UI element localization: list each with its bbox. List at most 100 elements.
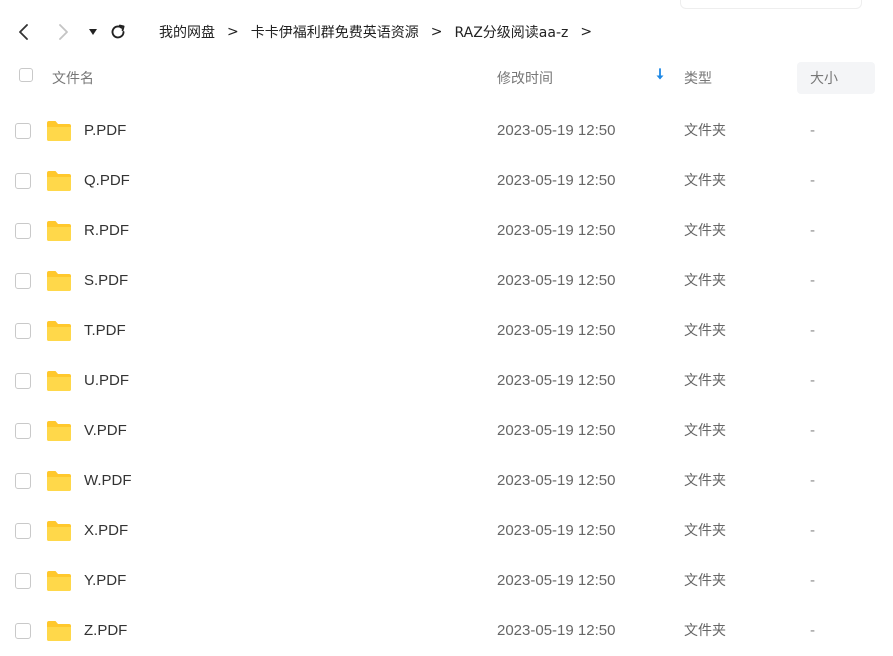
file-row[interactable]: V.PDF 2023-05-19 12:50 文件夹 - [0, 406, 893, 456]
file-size: - [810, 623, 816, 639]
breadcrumb-separator: > [430, 24, 443, 40]
folder-icon [47, 321, 71, 341]
file-type: 文件夹 [684, 323, 726, 339]
file-name[interactable]: Z.PDF [84, 622, 127, 640]
file-type: 文件夹 [684, 123, 726, 139]
row-checkbox[interactable] [15, 373, 31, 389]
file-size: - [810, 173, 816, 189]
file-size: - [810, 573, 816, 589]
folder-icon [47, 171, 71, 191]
file-modified-time: 2023-05-19 12:50 [497, 322, 616, 339]
refresh-button[interactable] [106, 20, 130, 44]
folder-icon [47, 471, 71, 491]
file-name[interactable]: Q.PDF [84, 172, 130, 190]
breadcrumb-item-current-folder[interactable]: RAZ分级阅读aa-z [454, 22, 568, 42]
sort-down-arrow-icon [656, 68, 664, 80]
file-modified-time: 2023-05-19 12:50 [497, 222, 616, 239]
file-modified-time: 2023-05-19 12:50 [497, 172, 616, 189]
column-header-modified[interactable]: 修改时间 [497, 68, 553, 88]
back-button[interactable] [12, 20, 36, 44]
file-type: 文件夹 [684, 173, 726, 189]
file-row[interactable]: U.PDF 2023-05-19 12:50 文件夹 - [0, 356, 893, 406]
row-checkbox[interactable] [15, 423, 31, 439]
file-name[interactable]: S.PDF [84, 272, 128, 290]
column-header-size[interactable]: 大小 [810, 68, 838, 88]
row-checkbox[interactable] [15, 623, 31, 639]
row-checkbox[interactable] [15, 523, 31, 539]
row-checkbox[interactable] [15, 223, 31, 239]
breadcrumb-item-my-drive[interactable]: 我的网盘 [159, 22, 215, 42]
row-checkbox[interactable] [15, 123, 31, 139]
file-name[interactable]: R.PDF [84, 222, 129, 240]
file-list: P.PDF 2023-05-19 12:50 文件夹 - Q.PDF 2023-… [0, 106, 893, 656]
file-name[interactable]: W.PDF [84, 472, 132, 490]
file-name[interactable]: X.PDF [84, 522, 128, 540]
chevron-right-icon [59, 24, 68, 40]
file-type: 文件夹 [684, 273, 726, 289]
row-checkbox[interactable] [15, 273, 31, 289]
file-modified-time: 2023-05-19 12:50 [497, 572, 616, 589]
file-type: 文件夹 [684, 423, 726, 439]
file-size: - [810, 323, 816, 339]
breadcrumb-separator: > [580, 24, 593, 40]
folder-icon [47, 571, 71, 591]
file-row[interactable]: T.PDF 2023-05-19 12:50 文件夹 - [0, 306, 893, 356]
file-modified-time: 2023-05-19 12:50 [497, 372, 616, 389]
column-header-name[interactable]: 文件名 [52, 68, 94, 88]
row-checkbox[interactable] [15, 573, 31, 589]
file-row[interactable]: S.PDF 2023-05-19 12:50 文件夹 - [0, 256, 893, 306]
row-checkbox[interactable] [15, 473, 31, 489]
chevron-left-icon [19, 24, 28, 40]
file-name[interactable]: T.PDF [84, 322, 126, 340]
sort-column-button[interactable] [655, 68, 665, 86]
file-row[interactable]: W.PDF 2023-05-19 12:50 文件夹 - [0, 456, 893, 506]
file-row[interactable]: X.PDF 2023-05-19 12:50 文件夹 - [0, 506, 893, 556]
file-name[interactable]: Y.PDF [84, 572, 126, 590]
folder-icon [47, 521, 71, 541]
file-size: - [810, 123, 816, 139]
folder-icon [47, 621, 71, 641]
file-type: 文件夹 [684, 473, 726, 489]
file-row[interactable]: Y.PDF 2023-05-19 12:50 文件夹 - [0, 556, 893, 606]
file-row[interactable]: P.PDF 2023-05-19 12:50 文件夹 - [0, 106, 893, 156]
breadcrumb-separator: > [227, 24, 239, 40]
file-type: 文件夹 [684, 523, 726, 539]
history-dropdown-button[interactable] [81, 20, 105, 44]
file-modified-time: 2023-05-19 12:50 [497, 272, 616, 289]
breadcrumb: 我的网盘 > 卡卡伊福利群免费英语资源 > RAZ分级阅读aa-z > [159, 22, 592, 42]
file-size: - [810, 273, 816, 289]
file-type: 文件夹 [684, 223, 726, 239]
file-modified-time: 2023-05-19 12:50 [497, 472, 616, 489]
select-all-checkbox[interactable] [19, 68, 33, 82]
caret-down-icon [89, 29, 97, 35]
search-box-edge[interactable] [680, 0, 862, 9]
file-size: - [810, 223, 816, 239]
row-checkbox[interactable] [15, 323, 31, 339]
folder-icon [47, 271, 71, 291]
breadcrumb-item-resource-folder[interactable]: 卡卡伊福利群免费英语资源 [251, 22, 419, 42]
file-size: - [810, 373, 816, 389]
row-checkbox[interactable] [15, 173, 31, 189]
file-row[interactable]: Q.PDF 2023-05-19 12:50 文件夹 - [0, 156, 893, 206]
forward-button[interactable] [51, 20, 75, 44]
folder-icon [47, 371, 71, 391]
file-modified-time: 2023-05-19 12:50 [497, 422, 616, 439]
file-type: 文件夹 [684, 623, 726, 639]
file-row[interactable]: Z.PDF 2023-05-19 12:50 文件夹 - [0, 606, 893, 656]
file-modified-time: 2023-05-19 12:50 [497, 622, 616, 639]
file-modified-time: 2023-05-19 12:50 [497, 122, 616, 139]
file-size: - [810, 423, 816, 439]
file-table-header: 文件名 修改时间 类型 大小 [0, 62, 893, 94]
file-type: 文件夹 [684, 373, 726, 389]
file-size: - [810, 473, 816, 489]
file-name[interactable]: P.PDF [84, 122, 126, 140]
folder-icon [47, 421, 71, 441]
navigation-bar: 我的网盘 > 卡卡伊福利群免费英语资源 > RAZ分级阅读aa-z > [0, 0, 893, 62]
file-name[interactable]: U.PDF [84, 372, 129, 390]
file-row[interactable]: R.PDF 2023-05-19 12:50 文件夹 - [0, 206, 893, 256]
folder-icon [47, 121, 71, 141]
file-name[interactable]: V.PDF [84, 422, 127, 440]
file-modified-time: 2023-05-19 12:50 [497, 522, 616, 539]
column-header-type[interactable]: 类型 [684, 68, 712, 88]
folder-icon [47, 221, 71, 241]
